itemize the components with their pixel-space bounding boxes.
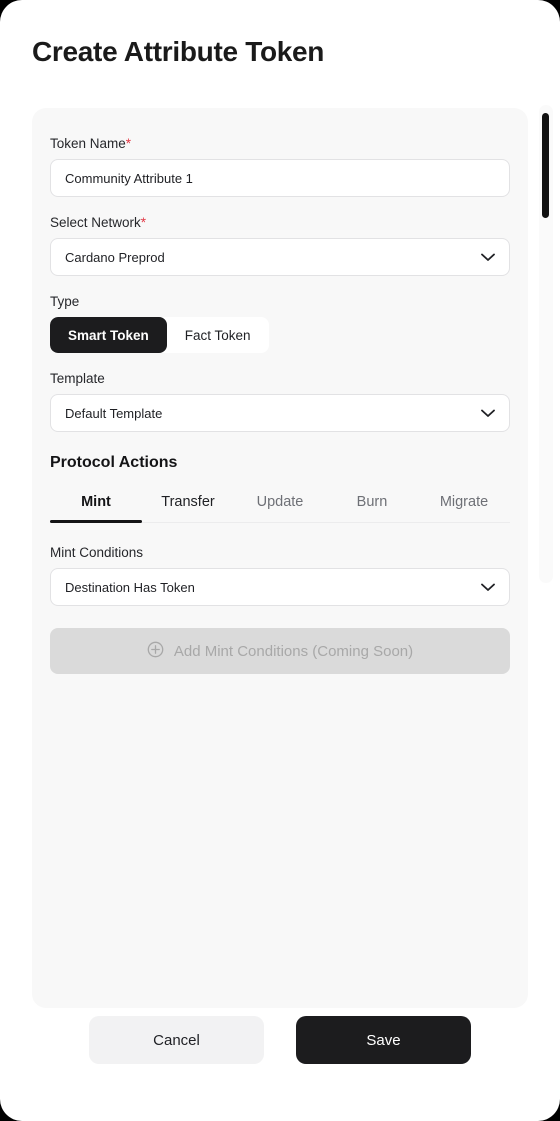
template-label: Template [50, 371, 105, 386]
app-window: Create Attribute Token Token Name* Commu… [0, 0, 560, 1121]
select-network-value: Cardano Preprod [65, 249, 165, 265]
type-label: Type [50, 294, 80, 309]
mint-conditions-value: Destination Has Token [65, 579, 195, 595]
form-scrollbar-thumb[interactable] [542, 113, 549, 218]
form-scrollbar-track[interactable] [539, 105, 553, 583]
token-name-value: Community Attribute 1 [65, 170, 193, 186]
select-network-label: Select Network* [50, 215, 510, 230]
type-segmented-control: Smart Token Fact Token [50, 317, 269, 353]
field-select-network: Select Network* Cardano Preprod [50, 215, 510, 276]
cancel-button[interactable]: Cancel [89, 1016, 264, 1064]
template-value: Default Template [65, 405, 163, 421]
tab-mint[interactable]: Mint [50, 486, 142, 523]
token-name-label: Token Name* [50, 136, 510, 151]
plus-circle-icon [147, 641, 164, 662]
field-type: Type Smart Token Fact Token [50, 294, 510, 353]
tab-transfer[interactable]: Transfer [142, 486, 234, 522]
chevron-down-icon [481, 409, 495, 418]
mint-conditions-label: Mint Conditions [50, 545, 144, 560]
token-name-input[interactable]: Community Attribute 1 [50, 159, 510, 197]
required-marker: * [125, 136, 132, 151]
mint-conditions-dropdown[interactable]: Destination Has Token [50, 568, 510, 606]
token-name-label-text: Token Name [50, 136, 126, 151]
protocol-actions-heading: Protocol Actions [50, 454, 178, 471]
field-token-name: Token Name* Community Attribute 1 [50, 136, 510, 197]
chevron-down-icon [481, 583, 495, 592]
field-mint-conditions: Mint Conditions Destination Has Token [50, 545, 510, 606]
add-mint-conditions-label: Add Mint Conditions (Coming Soon) [173, 642, 414, 660]
type-option-fact-token[interactable]: Fact Token [167, 317, 269, 353]
template-dropdown[interactable]: Default Template [50, 394, 510, 432]
page-title: Create Attribute Token [32, 36, 325, 67]
required-marker: * [140, 215, 147, 230]
create-token-form-card: Token Name* Community Attribute 1 Select… [32, 108, 528, 1008]
tab-migrate[interactable]: Migrate [418, 486, 510, 522]
select-network-dropdown[interactable]: Cardano Preprod [50, 238, 510, 276]
form-actions-footer: Cancel Save [0, 1016, 560, 1064]
select-network-label-text: Select Network [50, 215, 141, 230]
add-mint-conditions-button: Add Mint Conditions (Coming Soon) [50, 628, 510, 674]
field-template: Template Default Template [50, 371, 510, 432]
save-button[interactable]: Save [296, 1016, 471, 1064]
tab-burn[interactable]: Burn [326, 486, 418, 522]
chevron-down-icon [481, 253, 495, 262]
tab-update[interactable]: Update [234, 486, 326, 522]
protocol-actions-tabs: Mint Transfer Update Burn Migrate [50, 486, 510, 523]
type-option-smart-token[interactable]: Smart Token [50, 317, 167, 353]
